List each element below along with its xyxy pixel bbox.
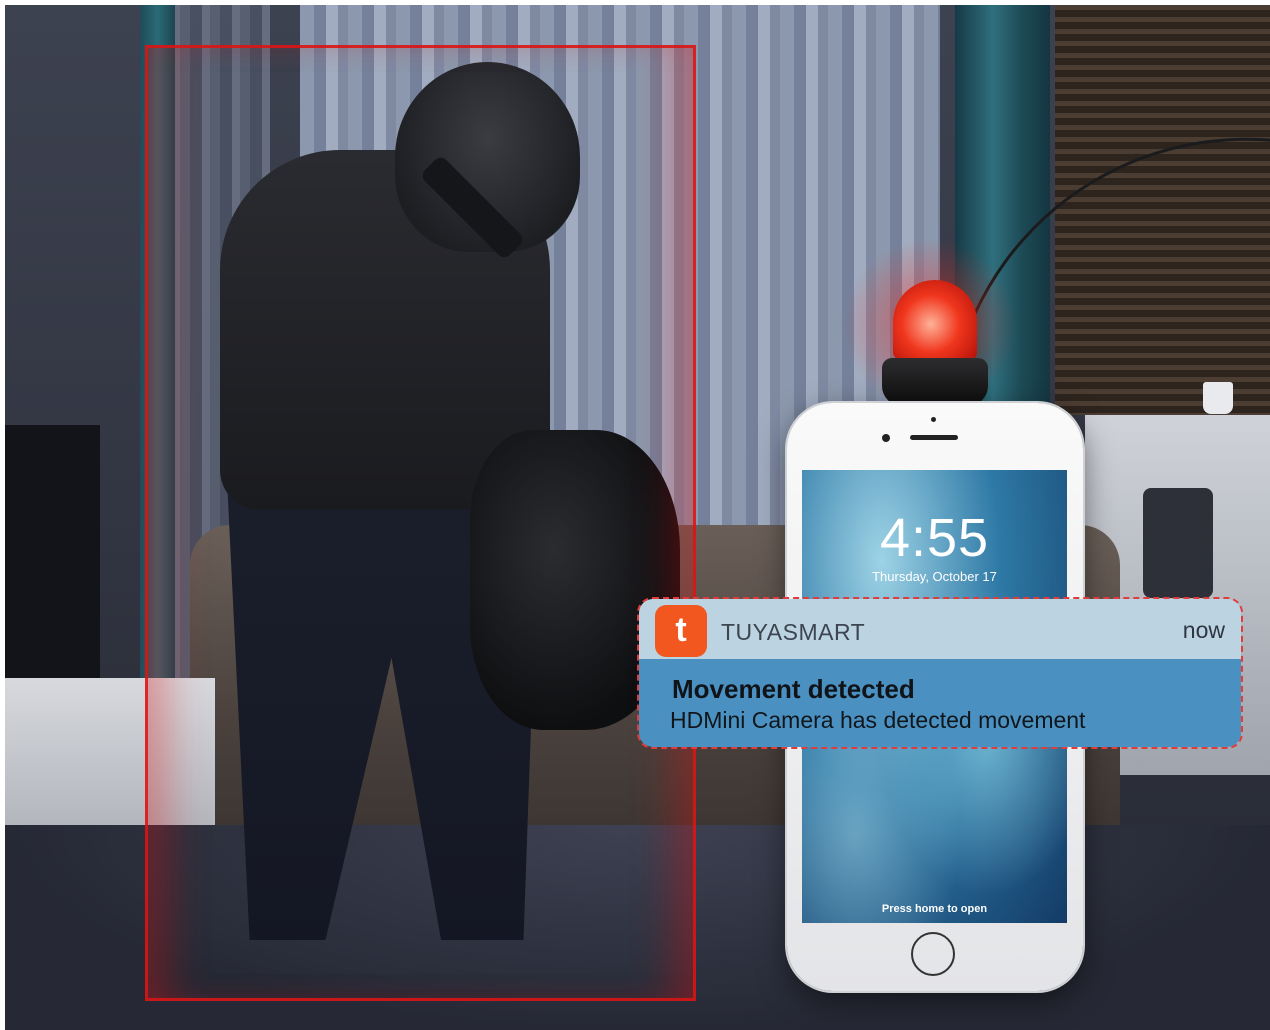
lock-screen-time: 4:55 bbox=[879, 508, 990, 568]
proximity-sensor bbox=[931, 417, 936, 422]
notification-title: Movement detected bbox=[672, 674, 915, 704]
television bbox=[5, 425, 100, 685]
unlock-hint: Press home to open bbox=[881, 903, 988, 915]
push-notification[interactable]: t TUYASMART now Movement detected HDMini… bbox=[637, 597, 1243, 749]
earpiece-speaker bbox=[910, 435, 958, 440]
tuya-app-icon: t bbox=[655, 605, 707, 657]
notification-header: t TUYASMART now bbox=[639, 599, 1241, 659]
notification-app-name: TUYASMART bbox=[721, 619, 866, 645]
notification-time: now bbox=[1182, 617, 1225, 643]
siren-base bbox=[882, 358, 988, 406]
motion-detection-frame bbox=[145, 45, 696, 1001]
surveillance-scene: 4:55 Thursday, October 17 Press home to … bbox=[0, 0, 1270, 1030]
front-camera bbox=[882, 434, 890, 442]
lock-screen-date: Thursday, October 17 bbox=[872, 569, 997, 584]
notification-message: HDMini Camera has detected movement bbox=[670, 707, 1086, 733]
siren-icon bbox=[893, 280, 977, 360]
home-button[interactable] bbox=[911, 932, 955, 976]
